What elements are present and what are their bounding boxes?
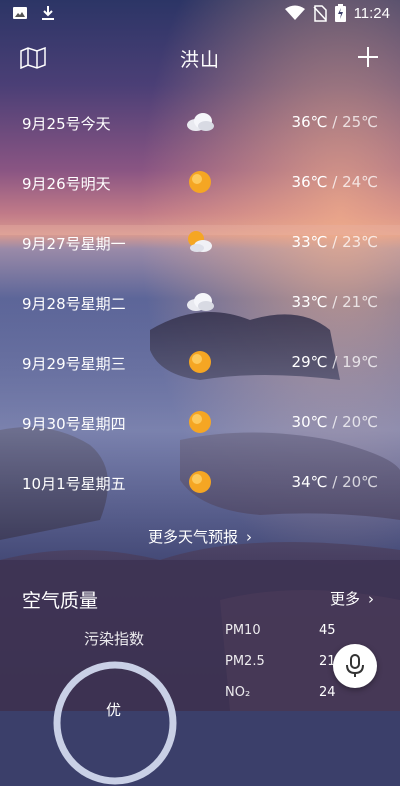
forecast-temp: 29℃ / 19℃ [291,353,378,371]
status-time: 11:24 [353,4,390,22]
wifi-icon [284,5,305,20]
chevron-right-icon: › [246,528,252,546]
pollutant-name: PM2.5 [225,654,265,669]
pollutant-name: NO₂ [225,685,251,700]
pollutant-value: 45 [319,623,336,638]
sunny-icon [189,351,211,373]
forecast-temp: 34℃ / 20℃ [291,473,378,491]
pollutant-name: PM10 [225,623,261,638]
forecast-temp: 30℃ / 20℃ [291,413,378,431]
forecast-temp: 33℃ / 21℃ [291,293,378,311]
pollutant-row: PM10 45 [220,620,340,651]
pollutant-list: PM10 45 PM2.5 21 NO₂ 24 [220,620,340,713]
download-icon [42,6,54,20]
forecast-date: 9月27号星期一 [22,235,126,253]
sunny-icon [189,471,211,493]
forecast-date: 9月30号星期四 [22,415,126,433]
forecast-date: 9月29号星期三 [22,355,126,373]
image-icon [13,7,27,19]
cloudy-icon [187,113,214,131]
aqi-level: 优 [106,701,122,719]
app-header: 洪山 [0,38,400,78]
forecast-row[interactable]: 9月26号明天 36℃ / 24℃ [0,152,400,212]
battery-charging-icon [334,4,346,22]
partly-cloudy-icon [188,231,212,252]
air-quality-more-link[interactable]: 更多 › [330,588,374,609]
forecast-row[interactable]: 9月29号星期三 29℃ / 19℃ [0,332,400,392]
more-forecast-label: 更多天气预报 [147,528,238,546]
forecast-row[interactable]: 9月28号星期二 33℃ / 21℃ [0,272,400,332]
forecast-date: 9月26号明天 [22,175,111,193]
forecast-date: 9月25号今天 [22,115,111,133]
pollutant-row: PM2.5 21 [220,651,340,682]
no-sim-icon [313,4,327,22]
sunny-icon [189,411,211,433]
pollution-index-label: 污染指数 [84,630,145,648]
forecast-row[interactable]: 9月27号星期一 33℃ / 23℃ [0,212,400,272]
forecast-temp: 33℃ / 23℃ [291,233,378,251]
forecast-row[interactable]: 9月25号今天 36℃ / 25℃ [0,92,400,152]
cloudy-icon [187,293,214,311]
pollutant-value: 24 [319,685,336,700]
forecast-date: 9月28号星期二 [22,295,126,313]
voice-button[interactable] [333,644,377,688]
forecast-temp: 36℃ / 24℃ [291,173,378,191]
microphone-icon [346,654,364,677]
add-icon[interactable] [356,45,380,69]
forecast-temp: 36℃ / 25℃ [291,113,378,131]
pollutant-row: NO₂ 24 [220,682,340,713]
air-quality-more-label: 更多 [329,590,360,608]
more-forecast-link[interactable]: 更多天气预报 › [0,526,400,547]
forecast-row[interactable]: 9月30号星期四 30℃ / 20℃ [0,392,400,452]
status-bar: 11:24 [0,0,400,28]
chevron-right-icon: › [368,590,374,608]
air-quality-title: 空气质量 [22,590,99,612]
forecast-list: 9月25号今天 36℃ / 25℃ 9月26号明天 36℃ / 24℃ 9月27… [0,92,400,512]
city-title[interactable]: 洪山 [0,45,400,72]
sunny-icon [189,171,211,193]
aqi-gauge [53,661,177,785]
forecast-row[interactable]: 10月1号星期五 34℃ / 20℃ [0,452,400,512]
forecast-date: 10月1号星期五 [22,475,126,493]
